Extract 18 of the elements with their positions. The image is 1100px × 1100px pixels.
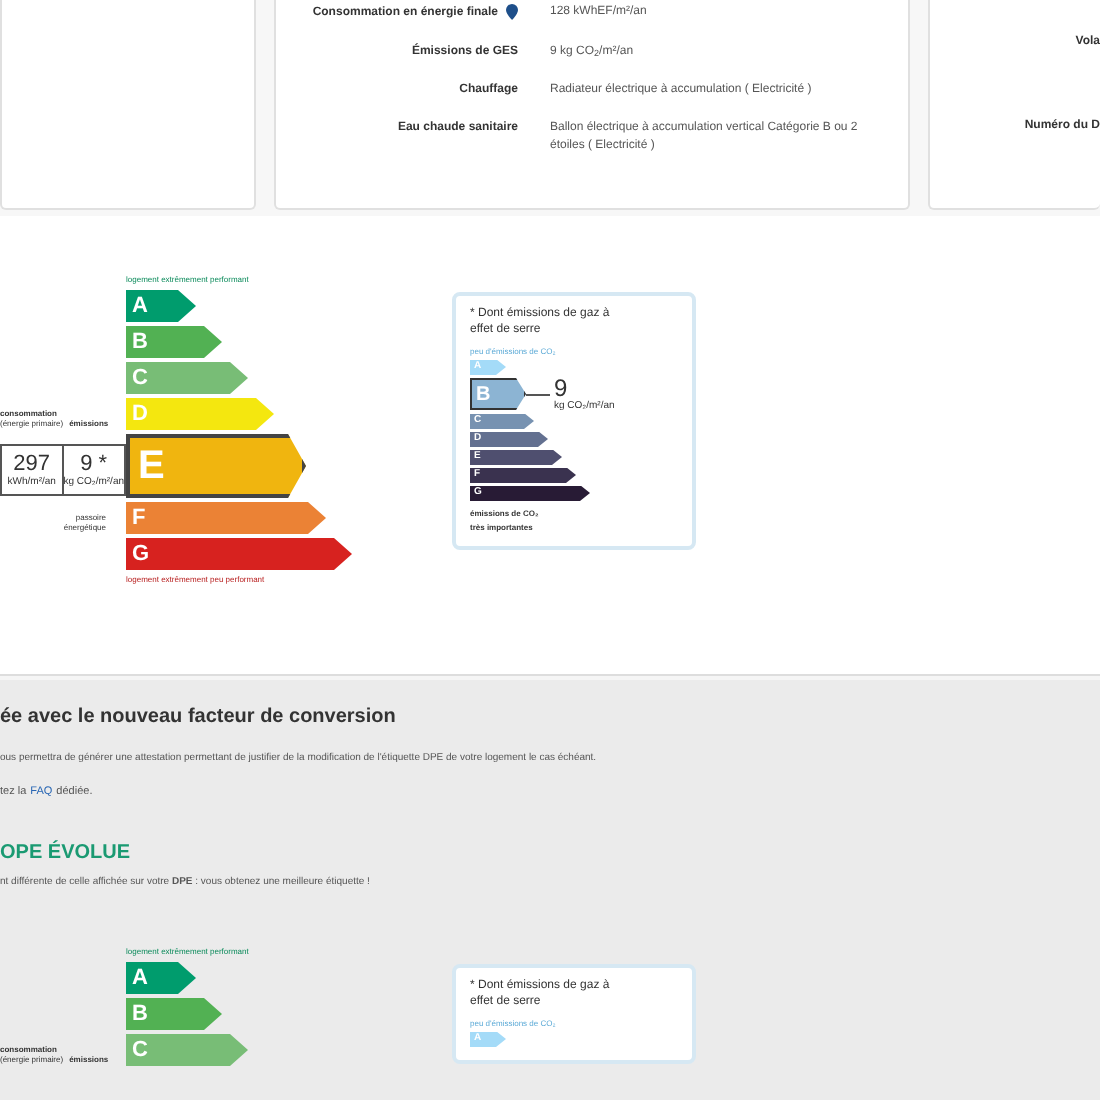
ges-class-bar: B bbox=[470, 378, 526, 410]
energy-class-bar: C bbox=[126, 362, 248, 394]
consumption-value: 297 bbox=[13, 453, 51, 475]
energy-class-bar: B bbox=[126, 998, 222, 1030]
energy-class-bar: C bbox=[126, 1034, 248, 1066]
section-heading: OPE ÉVOLUE bbox=[0, 840, 133, 868]
energy-class-bar: A bbox=[126, 962, 196, 994]
energy-class-bar: F bbox=[126, 502, 326, 534]
ges-value: 9 bbox=[554, 376, 568, 400]
energy-class-bar: G bbox=[126, 538, 352, 570]
energy-class-bar: D bbox=[126, 398, 274, 430]
section-heading: ée avec le nouveau facteur de conversion bbox=[0, 704, 398, 732]
energy-class-bar: E bbox=[126, 434, 306, 498]
leader-line bbox=[526, 393, 550, 395]
info-pin-icon bbox=[506, 4, 518, 20]
energy-class-bar: A bbox=[126, 290, 196, 322]
emissions-value: 9 * bbox=[80, 453, 108, 475]
energy-class-bar: B bbox=[126, 326, 222, 358]
